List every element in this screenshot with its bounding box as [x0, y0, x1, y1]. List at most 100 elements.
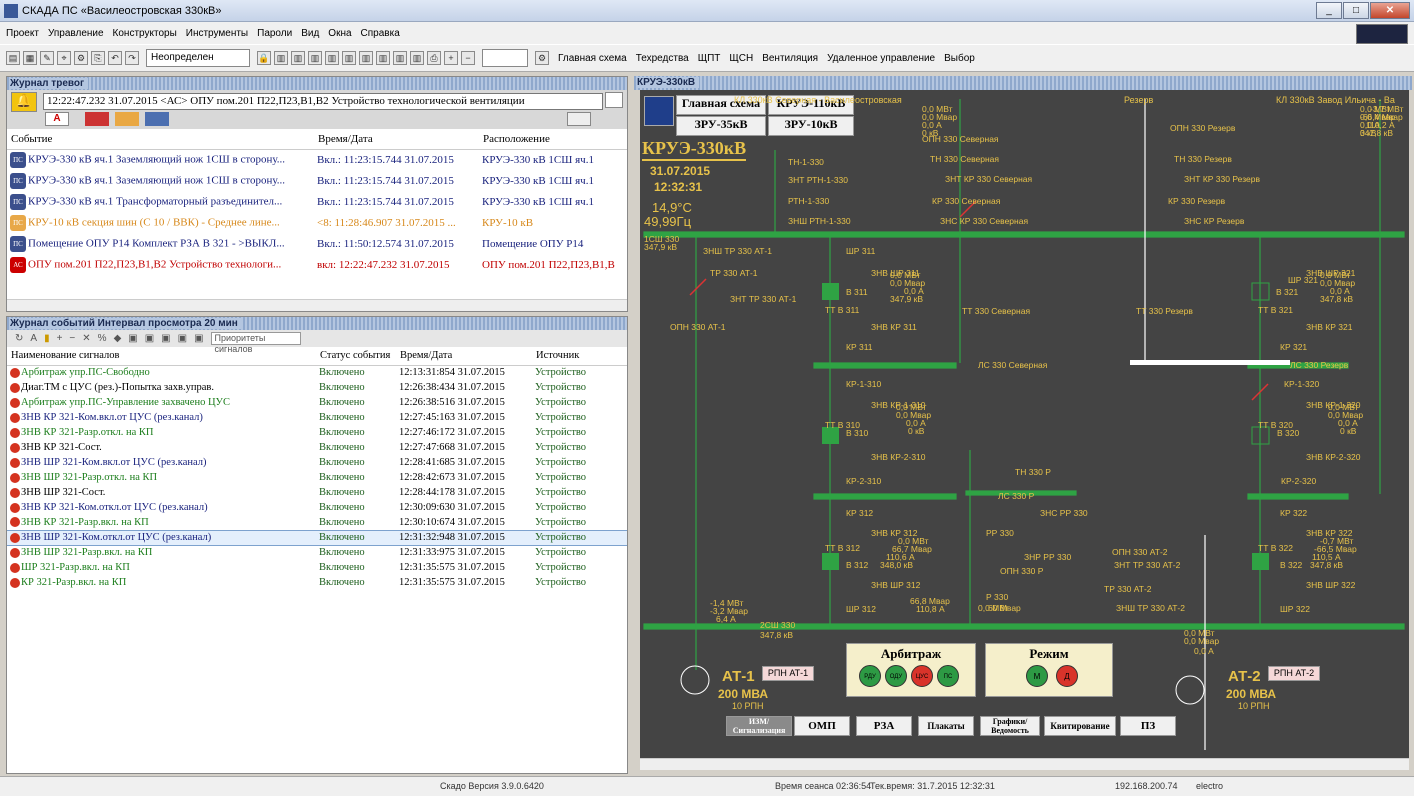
- event-row[interactable]: ЗНВ КР 321-Сост. Включено 12:27:47:668 31.…: [7, 440, 627, 455]
- remove-icon[interactable]: −: [69, 333, 75, 344]
- arb-ps-indicator[interactable]: ПС: [937, 665, 959, 687]
- tool-icon[interactable]: ▥: [376, 51, 390, 65]
- schema-scrollbar[interactable]: [640, 758, 1409, 770]
- event-row[interactable]: ЗНВ ШР 321-Разр.откл. на КП Включено 12:28…: [7, 470, 627, 485]
- tab-measurements[interactable]: ИЗМ/ Сигнализация: [726, 716, 792, 736]
- open-icon[interactable]: ▤: [6, 51, 20, 65]
- mode-m-indicator[interactable]: М: [1026, 665, 1048, 687]
- zoom-select[interactable]: [482, 49, 528, 67]
- percent-icon[interactable]: %: [98, 333, 107, 344]
- font-icon[interactable]: A: [30, 333, 37, 344]
- alarm-row[interactable]: АС ОПУ пом.201 П22,П23,В1,В2 Устройство т…: [7, 254, 627, 275]
- tool-icon[interactable]: ⎘: [91, 51, 105, 65]
- maximize-button[interactable]: □: [1343, 2, 1369, 19]
- alarm-row[interactable]: ПС КРУЭ-330 кВ яч.1 Трансформаторный разъ…: [7, 191, 627, 212]
- save-icon[interactable]: ▦: [23, 51, 37, 65]
- alarm-row[interactable]: ПС Помещение ОПУ Р14 Комплект РЗА В 321 -…: [7, 233, 627, 254]
- undo-icon[interactable]: ↶: [108, 51, 122, 65]
- tool-icon[interactable]: ▥: [308, 51, 322, 65]
- link-select[interactable]: Выбор: [944, 53, 975, 64]
- link-techredstva[interactable]: Техредства: [636, 53, 689, 64]
- tool-icon[interactable]: ▣: [178, 333, 187, 344]
- event-row[interactable]: ЗНВ ШР 321-Разр.вкл. на КП Включено 12:31:…: [7, 545, 627, 560]
- tool-icon[interactable]: ▥: [393, 51, 407, 65]
- menu-item-control[interactable]: Управление: [48, 28, 104, 39]
- tab-posters[interactable]: Плакаты: [918, 716, 974, 736]
- arb-odu-indicator[interactable]: ОДУ: [885, 665, 907, 687]
- tool-icon[interactable]: ▥: [291, 51, 305, 65]
- event-row[interactable]: ЗНВ ШР 321-Сост. Включено 12:28:44:178 31.…: [7, 485, 627, 500]
- alarm-row[interactable]: ПС КРУЭ-330 кВ яч.1 Заземляющий нож 1СШ в…: [7, 149, 627, 170]
- tab-rza[interactable]: РЗА: [856, 716, 912, 736]
- redo-icon[interactable]: ↷: [125, 51, 139, 65]
- event-row[interactable]: ЗНВ ШР 321-Ком.вкл.от ЦУС (рез.канал) Вкл…: [7, 455, 627, 470]
- event-row[interactable]: Арбитраж упр.ПС-Управление захвачено ЦУС…: [7, 395, 627, 410]
- at1-rpn-button[interactable]: РПН АТ-1: [762, 666, 814, 681]
- event-row[interactable]: ЗНВ КР 321-Разр.вкл. на КП Включено 12:30:…: [7, 515, 627, 530]
- tool-icon[interactable]: ⌖: [57, 51, 71, 65]
- menu-item-windows[interactable]: Окна: [328, 28, 351, 39]
- event-row[interactable]: ЗНВ КР 321-Ком.вкл.от ЦУС (рез.канал) Вкл…: [7, 410, 627, 425]
- link-main-scheme[interactable]: Главная схема: [558, 53, 627, 64]
- event-row[interactable]: ЗНВ КР 321-Ком.откл.от ЦУС (рез.канал) Вк…: [7, 500, 627, 515]
- alarm-filter-blue-icon[interactable]: [145, 112, 169, 126]
- tool-icon[interactable]: ⚙: [74, 51, 88, 65]
- bell-icon[interactable]: 🔔: [11, 92, 37, 112]
- column-header-time[interactable]: Время/Дата: [314, 129, 479, 150]
- priority-filter-select[interactable]: Приоритеты сигналов: [210, 332, 301, 354]
- menu-item-passwords[interactable]: Пароли: [257, 28, 292, 39]
- close-button[interactable]: ✕: [1370, 2, 1410, 19]
- column-header-datetime[interactable]: Время/Дата: [396, 347, 532, 366]
- current-alarm-select[interactable]: 12:22:47.232 31.07.2015 <АС> ОПУ пом.201…: [43, 93, 603, 110]
- zoom-out-icon[interactable]: −: [461, 51, 475, 65]
- refresh-icon[interactable]: ↻: [15, 333, 23, 344]
- alarm-row[interactable]: ПС КРУЭ-330 кВ яч.1 Заземляющий нож 1СШ в…: [7, 170, 627, 191]
- tool-icon[interactable]: ▥: [342, 51, 356, 65]
- tool-icon[interactable]: ▣: [145, 333, 154, 344]
- link-ventilation[interactable]: Вентиляция: [762, 53, 818, 64]
- tab-pz[interactable]: ПЗ: [1120, 716, 1176, 736]
- at2-rpn-button[interactable]: РПН АТ-2: [1268, 666, 1320, 681]
- arb-rdu-indicator[interactable]: РДУ: [859, 665, 881, 687]
- mode-d-indicator[interactable]: Д: [1056, 665, 1078, 687]
- tool-icon[interactable]: ⚙: [535, 51, 549, 65]
- nav-zru-10[interactable]: ЗРУ-10кВ: [768, 116, 854, 136]
- pause-icon[interactable]: ▮: [44, 333, 50, 344]
- link-remote-control[interactable]: Удаленное управление: [827, 53, 935, 64]
- tab-omp[interactable]: ОМП: [794, 716, 850, 736]
- event-row[interactable]: КР 321-Разр.вкл. на КП Включено 12:31:35:5…: [7, 575, 627, 590]
- print-icon[interactable]: ⎙: [427, 51, 441, 65]
- event-row[interactable]: Арбитраж упр.ПС-Свободно Включено 12:13:31…: [7, 365, 627, 380]
- menu-item-project[interactable]: Проект: [6, 28, 39, 39]
- link-shpt[interactable]: ЩПТ: [698, 53, 721, 64]
- column-header-location[interactable]: Расположение: [479, 129, 627, 150]
- alarm-filter-icon[interactable]: A: [45, 112, 69, 126]
- alarm-filter-red-icon[interactable]: [85, 112, 109, 126]
- horizontal-scrollbar[interactable]: [7, 299, 627, 311]
- status-select[interactable]: Неопределен: [146, 49, 250, 67]
- alarm-row[interactable]: ПС КРУ-10 кВ секция шин (С 10 / ВВК) - Ср…: [7, 212, 627, 233]
- alarm-ack-icon[interactable]: [605, 92, 623, 108]
- menu-item-view[interactable]: Вид: [301, 28, 319, 39]
- menu-item-tools[interactable]: Инструменты: [186, 28, 248, 39]
- arb-cus-indicator[interactable]: ЦУС: [911, 665, 933, 687]
- tool-icon[interactable]: ▥: [410, 51, 424, 65]
- column-header-status[interactable]: Статус события: [316, 347, 396, 366]
- tab-charts[interactable]: Графики/ Ведомость: [980, 716, 1040, 736]
- event-row[interactable]: ЗНВ КР 321-Разр.откл. на КП Включено 12:27…: [7, 425, 627, 440]
- tool-icon[interactable]: ▥: [325, 51, 339, 65]
- tool-icon[interactable]: ▥: [274, 51, 288, 65]
- zoom-in-icon[interactable]: +: [444, 51, 458, 65]
- event-row[interactable]: Диаг.ТМ с ЦУС (рез.)-Попытка захв.управ.…: [7, 380, 627, 395]
- column-header-event[interactable]: Событие: [7, 129, 314, 150]
- link-shsn[interactable]: ЩСН: [729, 53, 753, 64]
- filter-icon[interactable]: ◆: [114, 333, 122, 344]
- tab-acknowledge[interactable]: Квитирование: [1044, 716, 1116, 736]
- event-row[interactable]: ЗНВ ШР 321-Ком.откл.от ЦУС (рез.канал) Вк…: [7, 529, 627, 546]
- nav-zru-35[interactable]: ЗРУ-35кВ: [676, 116, 766, 136]
- column-header-source[interactable]: Источник: [532, 347, 627, 366]
- menu-item-help[interactable]: Справка: [361, 28, 400, 39]
- column-header-signal[interactable]: Наименование сигналов: [7, 347, 316, 366]
- delete-icon[interactable]: ✕: [82, 333, 90, 344]
- tool-icon[interactable]: ▣: [128, 333, 137, 344]
